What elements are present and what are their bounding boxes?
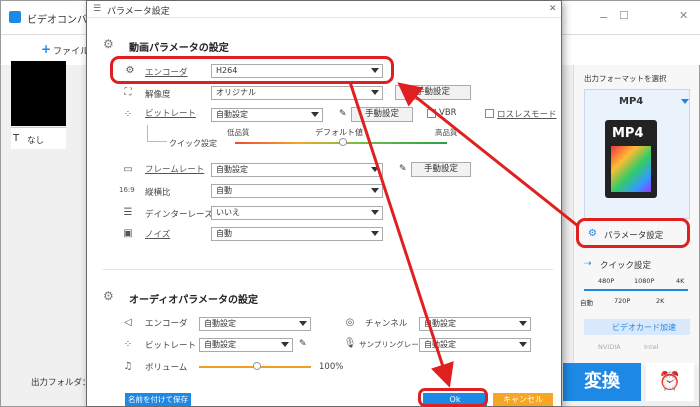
arrow-to-ok	[348, 81, 454, 388]
arrow-to-encoder	[397, 82, 579, 228]
annotation-arrows	[348, 81, 579, 388]
